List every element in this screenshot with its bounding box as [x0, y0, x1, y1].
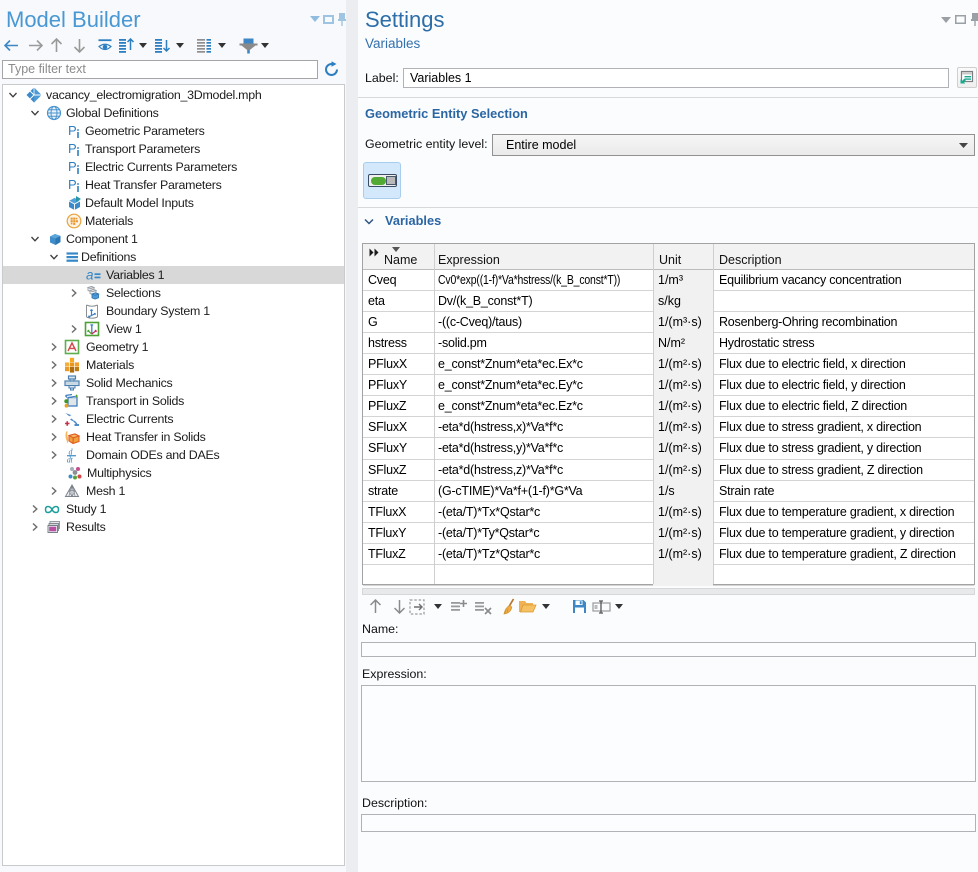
- svg-text:P: P: [68, 177, 76, 192]
- svg-text:a: a: [86, 268, 94, 283]
- svg-text:dt: dt: [67, 456, 74, 464]
- svg-text:P: P: [68, 123, 76, 138]
- svg-text:P: P: [68, 159, 76, 174]
- svg-text:P: P: [68, 141, 76, 156]
